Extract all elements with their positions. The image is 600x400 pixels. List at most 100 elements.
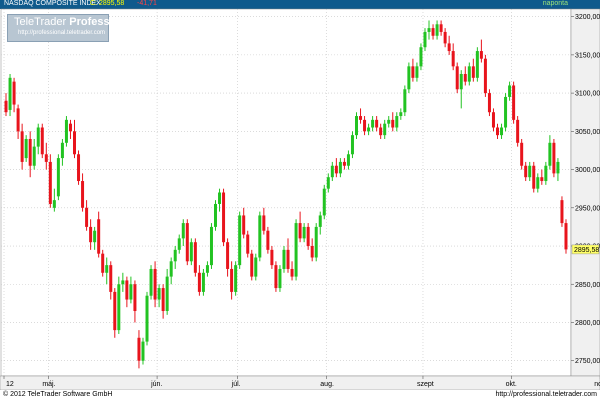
candle-body	[68, 123, 72, 132]
candle-body	[97, 219, 101, 254]
candle-body	[209, 226, 213, 266]
candle-body	[197, 272, 201, 292]
x-tick-label: szept	[417, 381, 434, 388]
candle-body	[36, 127, 40, 147]
candle-body	[113, 291, 117, 331]
candle-body	[306, 226, 310, 247]
candle-body	[222, 192, 226, 243]
candle-body	[439, 24, 443, 32]
candle-body	[24, 138, 28, 159]
candle-body	[282, 249, 286, 269]
candle-body	[532, 165, 536, 189]
candle-body	[310, 246, 314, 258]
candle-body	[294, 223, 298, 277]
candle-body	[165, 276, 169, 312]
candle-body	[371, 119, 375, 128]
candle-body	[234, 265, 238, 292]
copyright-text: © 2012 TeleTrader Software GmbH	[3, 391, 113, 398]
x-tick-label: máj.	[42, 381, 55, 388]
candle-body	[556, 161, 560, 174]
candle-body	[173, 249, 177, 262]
candlestick-chart[interactable]: 3200,00 3150,00 3100,00 3050,00 3000,00 2950,…	[0, 0, 600, 390]
candle-body	[238, 215, 242, 266]
candle-body	[137, 337, 141, 361]
candle-body	[459, 73, 463, 90]
candle-body	[246, 234, 250, 254]
candle-body	[520, 142, 524, 166]
candle-body	[56, 158, 60, 197]
candle-body	[338, 161, 342, 174]
candle-body	[129, 284, 133, 300]
candle-body	[44, 154, 48, 162]
candle-body	[508, 85, 512, 97]
candle-body	[544, 165, 548, 182]
candle-body	[298, 223, 302, 239]
candle-body	[403, 89, 407, 113]
candle-body	[40, 127, 44, 155]
x-tick-label: aug.	[320, 381, 334, 388]
candle-body	[226, 242, 230, 269]
candle-body	[218, 192, 222, 204]
candle-body	[20, 131, 24, 162]
y-tick-label: 3050,00	[575, 129, 600, 136]
logo-name: TeleTrader Professional	[14, 16, 136, 28]
candle-body	[528, 165, 532, 178]
candle-body	[524, 165, 528, 178]
y-tick-label: 2750,00	[575, 358, 600, 365]
candle-body	[185, 223, 189, 262]
candle-body	[290, 268, 294, 277]
candle-body	[447, 43, 451, 52]
candle-body	[278, 268, 282, 289]
logo-url: http://professional.teletrader.com	[18, 30, 106, 36]
candle-body	[367, 127, 371, 132]
candle-body	[145, 295, 149, 342]
candle-body	[355, 116, 358, 136]
x-tick-label: okt.	[506, 381, 517, 388]
candle-body	[133, 284, 137, 312]
candle-body	[258, 215, 262, 258]
candle-body	[242, 215, 246, 235]
candle-body	[105, 265, 109, 273]
y-tick-label: 3100,00	[575, 91, 600, 98]
y-tick-label: 3150,00	[575, 52, 600, 59]
candle-body	[161, 288, 165, 312]
candle-body	[73, 131, 76, 155]
candle-body	[318, 215, 322, 227]
candle-body	[516, 119, 520, 143]
candle-body	[350, 135, 354, 155]
y-tick-label: 2800,00	[575, 320, 600, 327]
candle-body	[205, 265, 209, 273]
y-tick-label: 2950,00	[575, 205, 600, 212]
candle-body	[286, 249, 290, 269]
candle-body	[322, 188, 326, 216]
candle-body	[149, 268, 153, 296]
last-value-label: 2895,58	[574, 247, 599, 254]
candle-body	[157, 288, 161, 300]
candle-body	[32, 146, 36, 166]
candle-body	[8, 77, 12, 110]
candle-body	[214, 203, 217, 227]
footer-url[interactable]: http://professional.teletrader.com	[495, 390, 597, 400]
candle-body	[359, 116, 363, 120]
candle-body	[491, 112, 495, 128]
candle-body	[81, 181, 85, 208]
candle-body	[274, 265, 278, 289]
candle-body	[423, 31, 427, 48]
candle-body	[346, 154, 350, 166]
candle-body	[504, 96, 508, 128]
candle-body	[93, 230, 97, 243]
footer-bar: © 2012 TeleTrader Software GmbH http://p…	[0, 390, 600, 400]
candle-body	[475, 51, 479, 78]
candle-body	[60, 142, 64, 159]
candle-body	[201, 272, 205, 292]
candle-body	[4, 100, 8, 113]
candle-body	[463, 73, 467, 82]
candle-body	[451, 51, 455, 67]
candle-body	[375, 119, 379, 128]
candle-body	[314, 226, 318, 258]
candle-body	[302, 226, 306, 239]
y-tick-label: 3000,00	[575, 167, 600, 174]
candle-body	[363, 119, 367, 132]
candle-body	[407, 66, 411, 90]
candle-body	[512, 85, 516, 120]
